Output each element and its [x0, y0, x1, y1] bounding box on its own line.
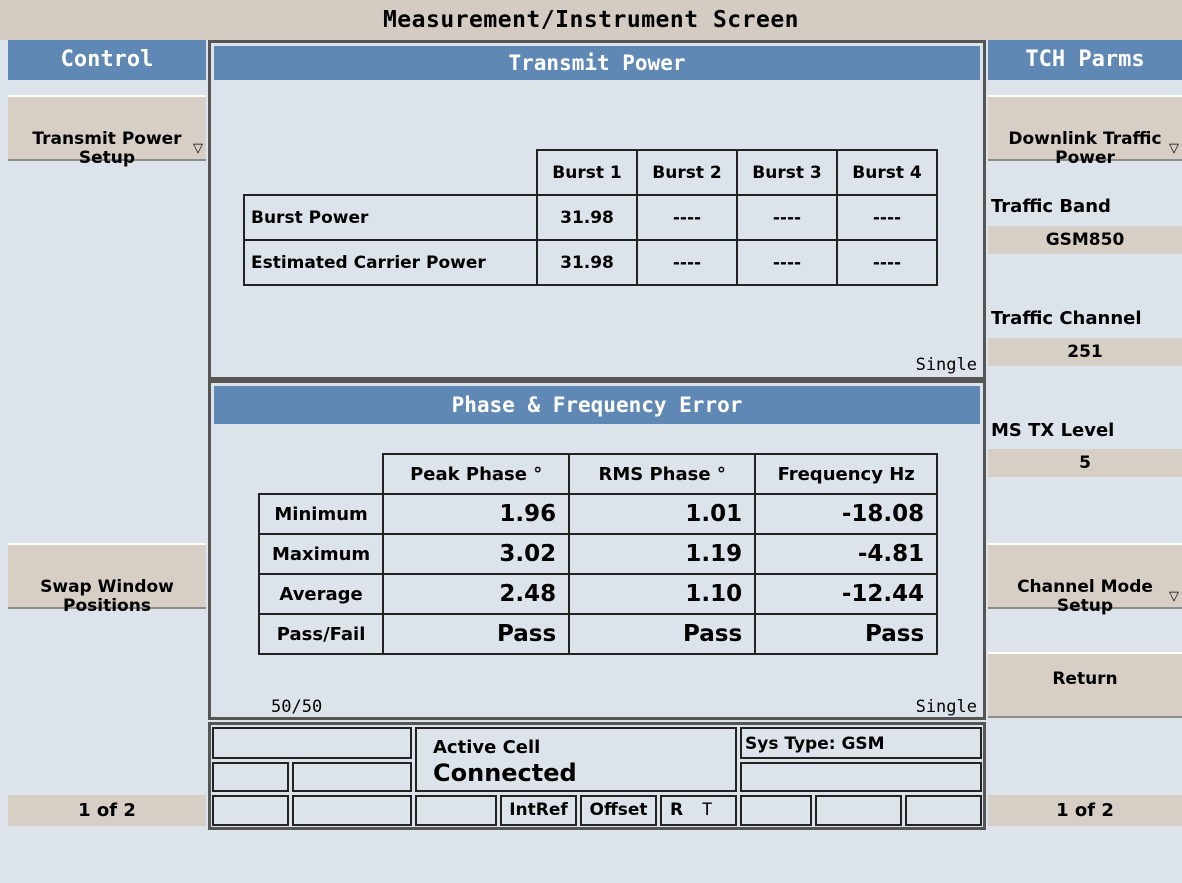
- cell-value: -4.81: [754, 533, 939, 575]
- measurement-mode: Single: [915, 697, 977, 717]
- cell-value: -12.44: [754, 573, 939, 615]
- column-header: Peak Phase °: [382, 453, 571, 495]
- left-page-indicator[interactable]: 1 of 2: [8, 795, 206, 826]
- column-header: Frequency Hz: [754, 453, 939, 495]
- cell-value: ----: [636, 194, 738, 241]
- row-label: Minimum: [257, 493, 385, 535]
- cell-value: 1.01: [568, 493, 757, 535]
- cell-value: ----: [636, 239, 738, 286]
- row-label: Average: [257, 573, 385, 615]
- table-row: Estimated Carrier Power 31.98 ---- ---- …: [243, 239, 938, 286]
- cell-value: 1.96: [382, 493, 571, 535]
- rt-indicator-box: R T: [660, 795, 737, 826]
- status-box: [415, 795, 497, 826]
- status-box: [740, 762, 982, 792]
- phase-frequency-panel: Phase & Frequency Error Peak Phase ° RMS…: [208, 380, 986, 720]
- status-box: [740, 795, 812, 826]
- traffic-band-label: Traffic Band: [991, 196, 1111, 217]
- phase-frequency-table: Peak Phase ° RMS Phase ° Frequency Hz Mi…: [257, 453, 939, 655]
- sys-type: Sys Type: GSM: [745, 734, 885, 754]
- offset-indicator: Offset: [580, 795, 657, 826]
- window-title: Measurement/Instrument Screen: [0, 0, 1182, 40]
- table-row: Minimum 1.96 1.01 -18.08: [257, 493, 939, 535]
- row-label: Burst Power: [243, 194, 538, 241]
- cell-value: Pass: [754, 613, 939, 655]
- table-row: Burst Power 31.98 ---- ---- ----: [243, 194, 938, 241]
- control-header: Control: [8, 40, 206, 80]
- traffic-channel-field[interactable]: 251: [988, 338, 1182, 366]
- cell-value: 31.98: [536, 194, 638, 241]
- traffic-band-field[interactable]: GSM850: [988, 226, 1182, 254]
- status-box: [815, 795, 902, 826]
- cell-value: 2.48: [382, 573, 571, 615]
- channel-mode-setup-button[interactable]: Channel Mode Setup ▽: [988, 543, 1182, 616]
- cell-value: ----: [836, 239, 938, 286]
- transmit-power-title: Transmit Power: [214, 46, 980, 80]
- ms-tx-level-field[interactable]: 5: [988, 449, 1182, 477]
- table-row: Pass/Fail Pass Pass Pass: [257, 613, 939, 655]
- r-indicator: R: [670, 800, 684, 820]
- tch-parms-header: TCH Parms: [988, 40, 1182, 80]
- column-header: Burst 1: [536, 149, 638, 196]
- transmit-power-setup-button[interactable]: Transmit Power Setup ▽: [8, 95, 206, 168]
- dropdown-triangle-icon: ▽: [193, 141, 203, 156]
- row-label: Estimated Carrier Power: [243, 239, 538, 286]
- downlink-traffic-power-label: Downlink Traffic Power: [1008, 129, 1162, 168]
- table-row: Average 2.48 1.10 -12.44: [257, 573, 939, 615]
- table-row: Maximum 3.02 1.19 -4.81: [257, 533, 939, 575]
- downlink-traffic-power-button[interactable]: Downlink Traffic Power ▽: [988, 95, 1182, 168]
- transmit-power-setup-label: Transmit Power Setup: [32, 129, 182, 168]
- cell-value: ----: [836, 194, 938, 241]
- cell-value: 1.19: [568, 533, 757, 575]
- status-box: [292, 795, 412, 826]
- transmit-power-panel: Transmit Power Burst 1 Burst 2 Burst 3 B…: [208, 40, 986, 380]
- sys-type-box: Sys Type: GSM: [740, 727, 982, 759]
- row-label: Maximum: [257, 533, 385, 575]
- cell-value: ----: [736, 239, 838, 286]
- row-label: Pass/Fail: [257, 613, 385, 655]
- swap-window-positions-button[interactable]: Swap Window Positions: [8, 543, 206, 616]
- ms-tx-level-label: MS TX Level: [991, 420, 1115, 441]
- cell-value: 3.02: [382, 533, 571, 575]
- channel-mode-setup-label: Channel Mode Setup: [1017, 577, 1153, 616]
- table-header-row: Burst 1 Burst 2 Burst 3 Burst 4: [244, 149, 938, 196]
- cell-value: 1.10: [568, 573, 757, 615]
- t-indicator: T: [702, 800, 713, 820]
- transmit-power-table: Burst 1 Burst 2 Burst 3 Burst 4 Burst Po…: [243, 149, 938, 286]
- dropdown-triangle-icon: ▽: [1169, 141, 1179, 156]
- cell-value: Pass: [568, 613, 757, 655]
- column-header: Burst 3: [736, 149, 838, 196]
- column-header: Burst 2: [636, 149, 738, 196]
- cell-value: 31.98: [536, 239, 638, 286]
- intref-indicator: IntRef: [500, 795, 577, 826]
- status-box: [212, 795, 289, 826]
- status-box: [212, 727, 412, 759]
- cell-value: ----: [736, 194, 838, 241]
- active-cell-status: Connected: [433, 759, 577, 787]
- status-box: [905, 795, 982, 826]
- active-cell-label: Active Cell: [433, 737, 541, 758]
- traffic-channel-label: Traffic Channel: [991, 308, 1142, 329]
- active-cell-box: Active Cell Connected: [415, 727, 737, 792]
- column-header: RMS Phase °: [568, 453, 757, 495]
- swap-window-positions-label: Swap Window Positions: [40, 577, 174, 616]
- table-header-row: Peak Phase ° RMS Phase ° Frequency Hz: [259, 453, 939, 495]
- dropdown-triangle-icon: ▽: [1169, 589, 1179, 604]
- status-box: [292, 762, 412, 792]
- status-box: [212, 762, 289, 792]
- right-page-indicator[interactable]: 1 of 2: [988, 795, 1182, 826]
- column-header: Burst 4: [836, 149, 938, 196]
- measurement-mode: Single: [915, 355, 977, 375]
- cell-value: -18.08: [754, 493, 939, 535]
- phase-frequency-title: Phase & Frequency Error: [214, 386, 980, 424]
- measurement-count: 50/50: [271, 697, 323, 717]
- cell-value: Pass: [382, 613, 571, 655]
- return-button[interactable]: Return: [988, 652, 1182, 718]
